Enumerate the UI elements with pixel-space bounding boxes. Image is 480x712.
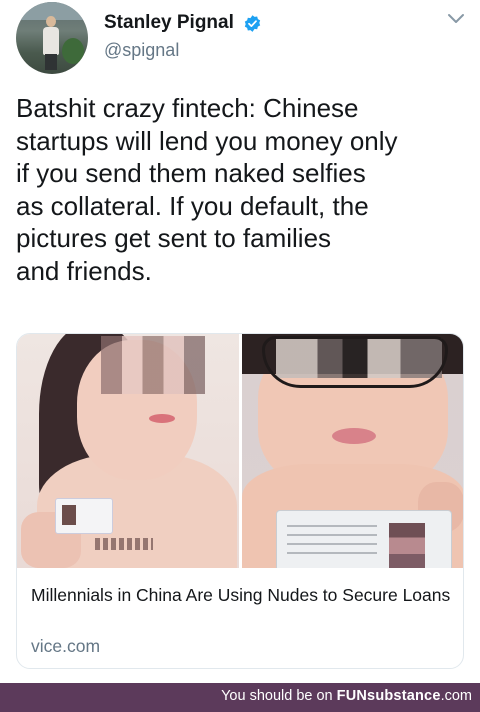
watermark-brand: FUNsubstance xyxy=(336,688,441,704)
watermark-suffix: .com xyxy=(440,688,472,704)
card-domain: vice.com xyxy=(31,636,101,656)
author-display-name[interactable]: Stanley Pignal xyxy=(104,12,234,34)
image-right-lips xyxy=(332,428,376,444)
image-left-id-card xyxy=(55,498,113,534)
image-right-glasses xyxy=(262,336,448,388)
watermark-prefix: You should be on xyxy=(221,688,337,704)
image-left-pixelation xyxy=(101,336,205,394)
card-images[interactable] xyxy=(17,334,463,568)
avatar-figure-legs xyxy=(45,54,57,70)
chevron-down-icon[interactable] xyxy=(446,12,466,26)
link-card[interactable]: Millennials in China Are Using Nudes to … xyxy=(16,333,464,669)
author-handle[interactable]: @spignal xyxy=(104,40,262,61)
card-image-left xyxy=(17,334,239,568)
verified-badge-icon xyxy=(245,14,261,32)
avatar-figure-head xyxy=(46,16,56,27)
tweet-text: Batshit crazy fintech: Chinese startups … xyxy=(16,93,398,286)
id-card-text-lines xyxy=(287,525,377,561)
id-card-photo xyxy=(62,505,76,525)
tweet: Stanley Pignal @spignal Batshit crazy fi… xyxy=(0,0,480,683)
avatar-figure-body xyxy=(43,27,59,55)
watermark-footer: You should be on FUNsubstance.com xyxy=(0,683,480,712)
card-image-right xyxy=(242,334,463,568)
image-left-lips xyxy=(149,414,175,423)
tweet-header: Stanley Pignal @spignal xyxy=(16,2,466,74)
id-card-photo xyxy=(389,523,425,568)
author-names: Stanley Pignal @spignal xyxy=(104,12,262,61)
card-title[interactable]: Millennials in China Are Using Nudes to … xyxy=(31,583,451,608)
avatar-plant xyxy=(62,38,84,64)
watermark-text: You should be on FUNsubstance.com xyxy=(221,688,472,704)
avatar[interactable] xyxy=(16,2,88,74)
image-right-id-card xyxy=(276,510,452,568)
image-left-handwriting xyxy=(95,538,153,550)
